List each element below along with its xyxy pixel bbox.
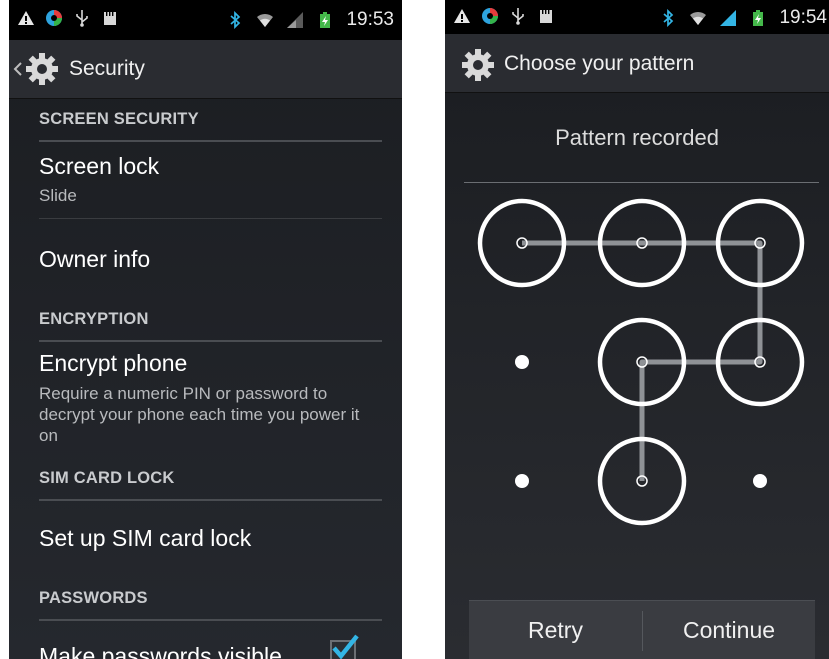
screen-lock-title[interactable]: Screen lock: [39, 153, 159, 180]
screen-lock-summary: Slide: [39, 186, 77, 205]
pattern-grid[interactable]: [445, 0, 829, 560]
make-passwords-visible-checkbox[interactable]: [330, 634, 359, 659]
choose-pattern-screen: 19:54 Choose your pattern Pattern record…: [445, 0, 829, 659]
sim-card-lock-title[interactable]: Set up SIM card lock: [39, 525, 251, 552]
checkmark-icon: [332, 634, 359, 659]
section-header-passwords: PASSWORDS: [39, 589, 382, 621]
button-bar: Retry Continue: [469, 600, 815, 659]
owner-info-title[interactable]: Owner info: [39, 246, 150, 273]
continue-button[interactable]: Continue: [643, 601, 815, 659]
security-settings-screen: 19:53 Security SCREEN SECURITY Screen lo…: [9, 0, 402, 659]
status-bar: 19:53: [9, 0, 402, 40]
pattern-path: [522, 240, 763, 481]
section-header-screen-security: SCREEN SECURITY: [39, 110, 382, 142]
colorful-app-icon: [46, 10, 62, 26]
usb-icon: [76, 10, 88, 27]
make-passwords-visible-title[interactable]: Make passwords visible: [39, 643, 282, 659]
sd-card-icon: [104, 12, 116, 25]
bluetooth-icon: [230, 11, 241, 29]
divider: [39, 218, 382, 219]
warning-icon: [18, 11, 34, 25]
action-bar: Security: [9, 40, 402, 99]
back-caret-icon[interactable]: [13, 62, 23, 76]
gear-icon[interactable]: [25, 52, 59, 86]
section-header-sim-card-lock: SIM CARD LOCK: [39, 469, 382, 501]
encrypt-phone-summary: Require a numeric PIN or password to dec…: [39, 384, 360, 445]
pattern-dot-4[interactable]: [515, 355, 529, 369]
retry-button[interactable]: Retry: [469, 601, 642, 659]
encrypt-phone-title[interactable]: Encrypt phone: [39, 350, 187, 377]
wifi-icon: [257, 13, 274, 27]
pattern-dot-9[interactable]: [753, 474, 767, 488]
pattern-dot-7[interactable]: [515, 474, 529, 488]
status-time: 19:53: [346, 9, 394, 30]
battery-charging-icon: [320, 12, 331, 28]
section-header-encryption: ENCRYPTION: [39, 310, 382, 342]
signal-icon: [287, 12, 304, 28]
page-title: Security: [69, 57, 145, 80]
